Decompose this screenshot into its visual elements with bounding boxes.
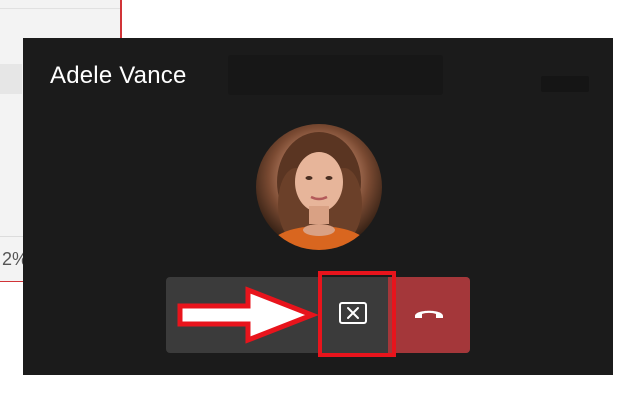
background-scroll-area — [0, 64, 22, 94]
title-bar-blur — [228, 55, 443, 95]
end-call-button[interactable] — [388, 277, 470, 353]
title-bar-blur-right — [541, 76, 589, 92]
annotation-highlight-box — [318, 271, 396, 357]
hang-up-phone-icon — [412, 305, 446, 326]
caller-avatar — [256, 124, 382, 250]
annotation-arrow-icon — [176, 286, 320, 349]
caller-name: Adele Vance — [50, 62, 187, 89]
